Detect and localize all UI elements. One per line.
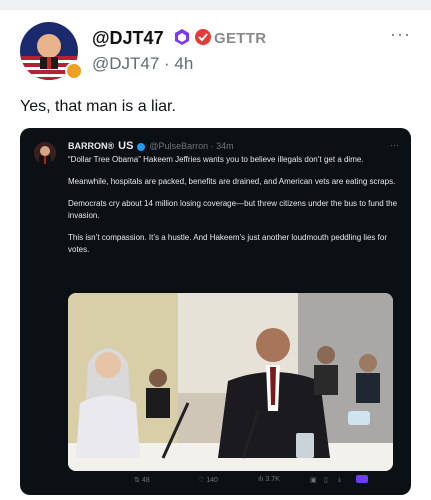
embed-more-icon: ··· [390,140,399,150]
embed-author-name: BARRON® [68,141,115,151]
embed-reply-count: 48 [141,477,150,484]
embed-likes: ♡ 140 [198,477,218,484]
embed-view-count: 3.7K [265,476,280,483]
embed-xbox-icon [356,475,368,483]
embed-photo [68,293,393,471]
author-handle-time[interactable]: @DJT47 · 4h [92,54,193,74]
top-bar [0,0,431,10]
embed-paragraph: Meanwhile, hospitals are packed, benefit… [68,177,396,186]
post-text: Yes, that man is a liar. [20,98,176,115]
embed-action-bar: ⇅ 48 ♡ 140 ılı 3.7K ▣ ▯ ⤓ [68,474,393,488]
embed-replies: ⇅ 48 [134,477,150,484]
post-header: @DJT47 GETTR @DJT47 · 4h ··· [20,22,415,80]
embed-body: “Dollar Tree Obama” Hakeem Jeffries want… [68,154,398,266]
embed-share-icon: ⤓ [338,476,342,483]
embed-paragraph: This isn’t compassion. It’s a hustle. An… [68,233,387,254]
embed-paragraph: “Dollar Tree Obama” Hakeem Jeffries want… [68,155,364,164]
embed-grok-icon: ▣ [310,477,317,484]
verified-badge-icon [175,29,189,45]
embedded-tweet-image[interactable]: BARRON® US @PulseBarron · 34m ··· “Dollar … [20,128,411,495]
embed-author-avatar [34,142,56,164]
embed-verified-icon [137,142,146,151]
embed-header: BARRON® US @PulseBarron · 34m [68,140,234,152]
author-display-name[interactable]: @DJT47 [92,28,164,49]
more-options-icon[interactable]: ··· [390,24,411,45]
crown-badge-icon [65,62,83,80]
embed-bookmark-icon: ▯ [324,477,328,484]
embed-paragraph: Democrats cry about 14 million losing co… [68,199,398,220]
embed-views: ılı 3.7K [258,476,280,483]
platform-label: GETTR [214,30,267,47]
embed-flag-text: US [118,140,134,152]
gettr-badge-icon [195,29,211,45]
embed-handle-time: @PulseBarron · 34m [149,141,234,151]
embed-like-count: 140 [206,477,218,484]
